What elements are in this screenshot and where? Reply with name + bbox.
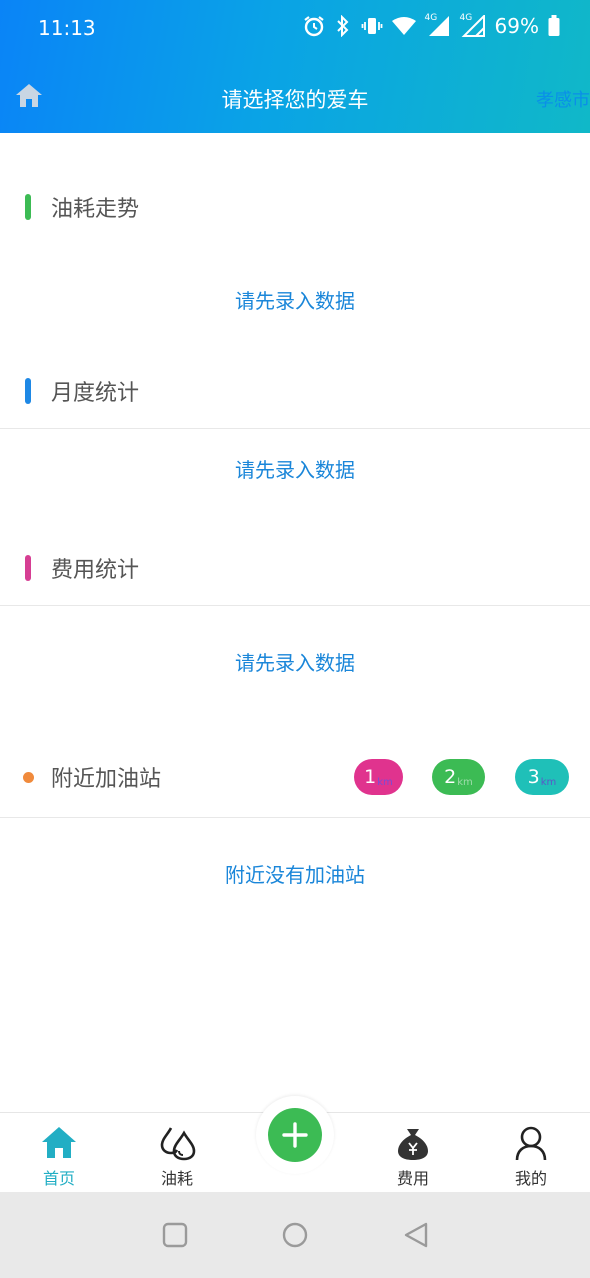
section-marker [25, 194, 31, 220]
section-marker [23, 772, 34, 783]
section-title: 月度统计 [51, 381, 140, 406]
section-marker [25, 378, 31, 404]
fuel-trend-empty-message: 请先录入数据 [235, 289, 355, 313]
tab-fuel[interactable]: 油耗 [118, 1113, 236, 1193]
distance-2km-button[interactable]: 2 km [432, 759, 485, 795]
distance-value: 2 [444, 766, 457, 788]
status-icons: 4G 4G 69% [303, 13, 560, 38]
section-fuel-trend: 油耗走势 [0, 177, 590, 237]
cell-signal-icon [428, 16, 449, 36]
alarm-icon [303, 16, 324, 37]
tab-label: 费用 [396, 1169, 429, 1188]
divider [0, 817, 590, 818]
tab-label: 我的 [514, 1169, 547, 1188]
section-monthly: 月度统计 [0, 361, 590, 421]
cost-empty-message: 请先录入数据 [235, 651, 355, 675]
money-bag-icon [398, 1129, 428, 1160]
tab-label: 油耗 [160, 1169, 193, 1188]
city-selector[interactable]: 孝感市 [536, 86, 590, 112]
tab-mine[interactable]: 我的 [472, 1113, 590, 1193]
distance-1km-button[interactable]: 1 km [354, 759, 403, 795]
add-record-button[interactable] [268, 1108, 322, 1162]
signal-b: 4G [460, 13, 486, 37]
plus-icon [282, 1122, 308, 1148]
battery-percent: 69% [494, 14, 539, 38]
divider [0, 605, 590, 606]
cell-signal-icon [461, 15, 485, 37]
square-icon[interactable] [162, 1222, 188, 1248]
battery-icon [548, 15, 560, 36]
distance-unit: km [377, 776, 393, 788]
drops-icon [160, 1127, 196, 1161]
section-title: 附近加油站 [51, 767, 162, 792]
distance-3km-button[interactable]: 3 km [515, 759, 569, 795]
distance-value: 1 [364, 766, 377, 788]
vibrate-icon [361, 18, 382, 34]
section-marker [25, 555, 31, 581]
status-time: 11:13 [38, 16, 96, 40]
tab-label: 首页 [42, 1169, 75, 1188]
distance-unit: km [457, 776, 473, 788]
divider [0, 428, 590, 429]
page-title[interactable]: 请选择您的爱车 [0, 84, 590, 114]
distance-value: 3 [527, 766, 540, 788]
tab-cost[interactable]: 费用 [354, 1113, 472, 1193]
system-navigation-bar [0, 1192, 590, 1278]
section-title: 费用统计 [51, 558, 140, 583]
section-cost: 费用统计 [0, 538, 590, 598]
section-title: 油耗走势 [51, 197, 140, 222]
home-icon [42, 1127, 76, 1158]
status-bar: 11:13 4G 4G 69% [0, 0, 590, 56]
bluetooth-icon [336, 15, 348, 37]
wifi-icon [391, 17, 416, 35]
app-header: 11:13 4G 4G 69% 请选择您的爱车 孝感市 [0, 0, 590, 133]
signal-a: 4G [425, 13, 451, 37]
section-nearby-stations: 附近加油站 [0, 747, 590, 807]
circle-icon[interactable] [282, 1222, 308, 1248]
user-icon [515, 1126, 547, 1161]
monthly-empty-message: 请先录入数据 [235, 458, 355, 482]
stations-empty-message: 附近没有加油站 [225, 863, 365, 887]
distance-unit: km [540, 776, 557, 788]
tab-home[interactable]: 首页 [0, 1113, 118, 1193]
triangle-back-icon[interactable] [403, 1222, 429, 1248]
